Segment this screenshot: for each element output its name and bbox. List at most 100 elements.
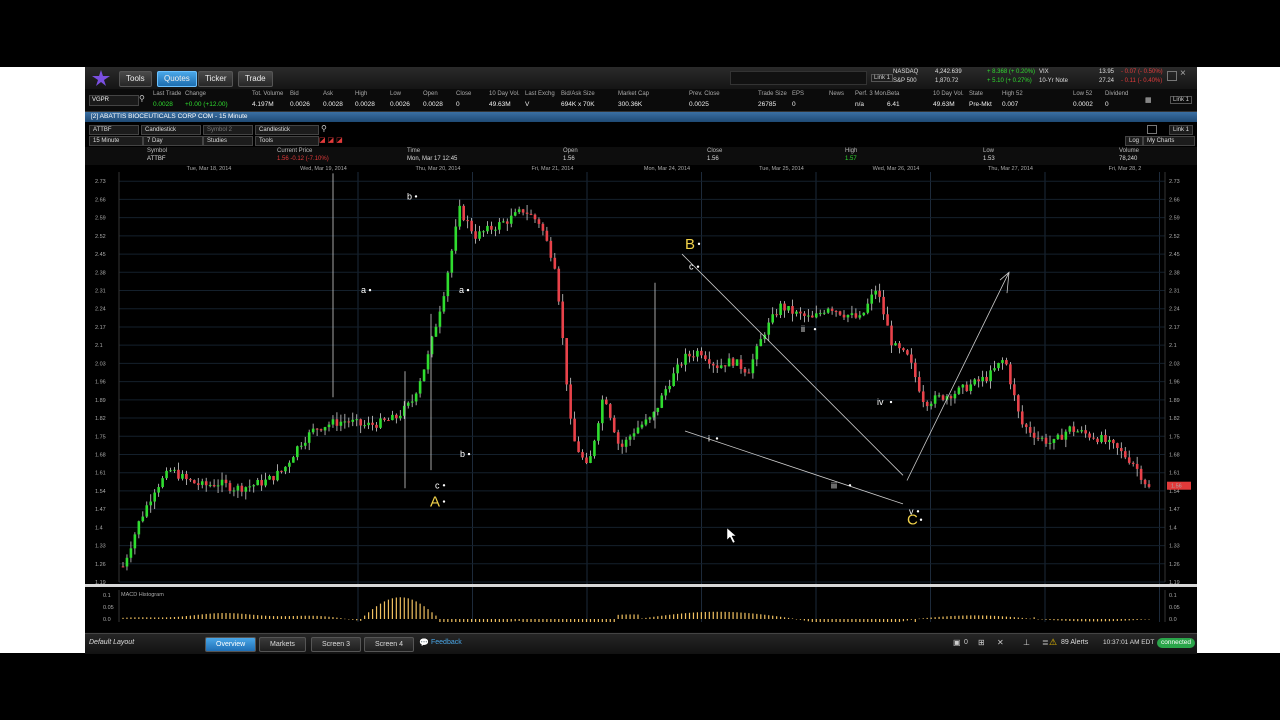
tab-markets[interactable]: Markets <box>259 637 306 652</box>
candle-body <box>1131 462 1135 464</box>
index-vix-name: VIX <box>1039 69 1049 75</box>
ticker-search-box[interactable] <box>730 71 867 85</box>
candle-body <box>343 421 347 423</box>
range-dropdown[interactable]: 7 Day <box>143 136 203 146</box>
my-charts-dropdown[interactable]: My Charts <box>1143 136 1195 146</box>
y-tick-label-right: 2.66 <box>1169 197 1180 203</box>
macd-bar <box>435 615 437 619</box>
macd-bar <box>926 617 928 619</box>
macd-bar <box>1041 619 1043 620</box>
window-icon[interactable]: ⊞ <box>978 638 985 647</box>
tab-quotes[interactable]: Quotes <box>157 71 197 87</box>
drawing-tool-icons[interactable]: ◪ ◪ ◪ <box>319 136 343 144</box>
chart-search-icon[interactable]: ⚲ <box>321 124 327 133</box>
tools-icon[interactable]: ✕ <box>997 638 1004 647</box>
candle-body <box>193 480 196 484</box>
tab-tools[interactable]: Tools <box>119 71 152 87</box>
macd-bar <box>795 618 798 620</box>
candle-body <box>299 445 303 447</box>
candle-body <box>1017 395 1020 412</box>
macd-bar <box>463 619 465 622</box>
macd-bar <box>736 612 738 619</box>
candle-body <box>1052 439 1056 443</box>
candle-body <box>410 401 414 403</box>
studies-dropdown[interactable]: Studies <box>203 136 253 146</box>
interval-dropdown[interactable]: 15 Minute <box>89 136 143 146</box>
quote-link-selector[interactable]: Link 1 <box>1170 96 1193 104</box>
macd-bar <box>1108 619 1111 622</box>
macd-bar <box>439 619 441 622</box>
candle-body <box>608 404 612 418</box>
candle-body <box>418 381 422 394</box>
price-chart[interactable]: Tue, Mar 18, 2014 Wed, Mar 19, 2014 Thu, M… <box>85 166 1197 622</box>
macd-bar <box>581 619 584 622</box>
macd-bar <box>272 616 275 619</box>
macd-bar <box>1096 619 1099 622</box>
candle-body <box>137 521 141 535</box>
macd-bar <box>780 616 782 619</box>
search-icon[interactable]: ⚲ <box>139 94 145 103</box>
y-tick-label-left: 1.75 <box>95 434 106 440</box>
alerts-count[interactable]: 89 Alerts <box>1061 639 1088 646</box>
link-selector[interactable]: Link 1 <box>871 74 894 82</box>
tab-screen4[interactable]: Screen 4 <box>364 637 415 652</box>
tab-screen3[interactable]: Screen 3 <box>311 637 362 652</box>
maximize-icon[interactable] <box>1167 71 1177 81</box>
info-value: 1.56 <box>563 156 575 162</box>
candle-body <box>185 473 188 480</box>
macd-bar <box>122 617 124 619</box>
macd-bar <box>803 619 805 621</box>
tab-trade[interactable]: Trade <box>238 71 273 87</box>
macd-bar <box>229 613 231 619</box>
candle-body <box>1139 468 1143 480</box>
monitor-icon[interactable]: ▣ <box>953 638 961 647</box>
candle-body <box>850 313 854 315</box>
candle-body <box>704 355 707 360</box>
macd-bar <box>819 619 821 622</box>
candle-body <box>284 466 287 472</box>
macd-bar <box>871 619 873 622</box>
tab-ticker[interactable]: Ticker <box>198 71 234 87</box>
info-value: 1.53 <box>983 156 995 162</box>
close-icon[interactable]: × <box>1180 68 1186 79</box>
tab-overview[interactable]: Overview <box>205 637 257 652</box>
candle-body <box>351 419 355 422</box>
chart-symbol-input[interactable]: ATTBF <box>89 125 139 135</box>
feedback-icon[interactable]: 💬 <box>419 638 429 647</box>
scale-icon[interactable]: ⊥ <box>1023 638 1030 647</box>
macd-bar <box>934 617 936 619</box>
tools-dropdown[interactable]: Tools <box>255 136 319 146</box>
chart-link-selector[interactable]: Link 1 <box>1169 125 1194 135</box>
feedback-link[interactable]: Feedback <box>431 639 462 646</box>
candle-body <box>363 425 366 427</box>
panel-divider[interactable] <box>85 584 1197 587</box>
chart-style-dropdown[interactable]: Candlestick <box>141 125 201 135</box>
macd-bar <box>494 619 496 622</box>
macd-bar <box>1069 619 1071 621</box>
info-header: High <box>845 148 858 154</box>
candle-body <box>1005 360 1008 365</box>
macd-bar <box>1021 617 1023 619</box>
y-tick-label-right: 2.38 <box>1169 270 1180 276</box>
macd-bar <box>562 619 564 622</box>
candle-body <box>1076 431 1080 433</box>
candle-body <box>541 223 545 231</box>
chart-grid-icon[interactable] <box>1147 125 1157 134</box>
quote-header: Bid <box>290 91 299 97</box>
y-tick-label-right: 1.26 <box>1169 562 1180 568</box>
list-icon[interactable]: ≣ <box>1042 638 1049 647</box>
macd-bar <box>268 615 271 619</box>
log-toggle[interactable]: Log <box>1125 136 1144 146</box>
symbol2-input[interactable]: Symbol 2 <box>203 125 253 135</box>
grid-icon[interactable]: ▦ <box>1145 96 1152 104</box>
macd-bar <box>1053 619 1055 621</box>
candle-body <box>676 364 679 374</box>
macd-bar <box>617 614 619 619</box>
quote-symbol-input[interactable]: VGPR <box>89 95 139 106</box>
y-tick-label-right: 2.45 <box>1169 252 1180 258</box>
macd-bar <box>831 619 833 622</box>
macd-bar <box>1144 619 1146 620</box>
macd-bar <box>799 619 802 620</box>
macd-bar <box>886 619 889 622</box>
chart-style2-dropdown[interactable]: Candlestick <box>255 125 319 135</box>
